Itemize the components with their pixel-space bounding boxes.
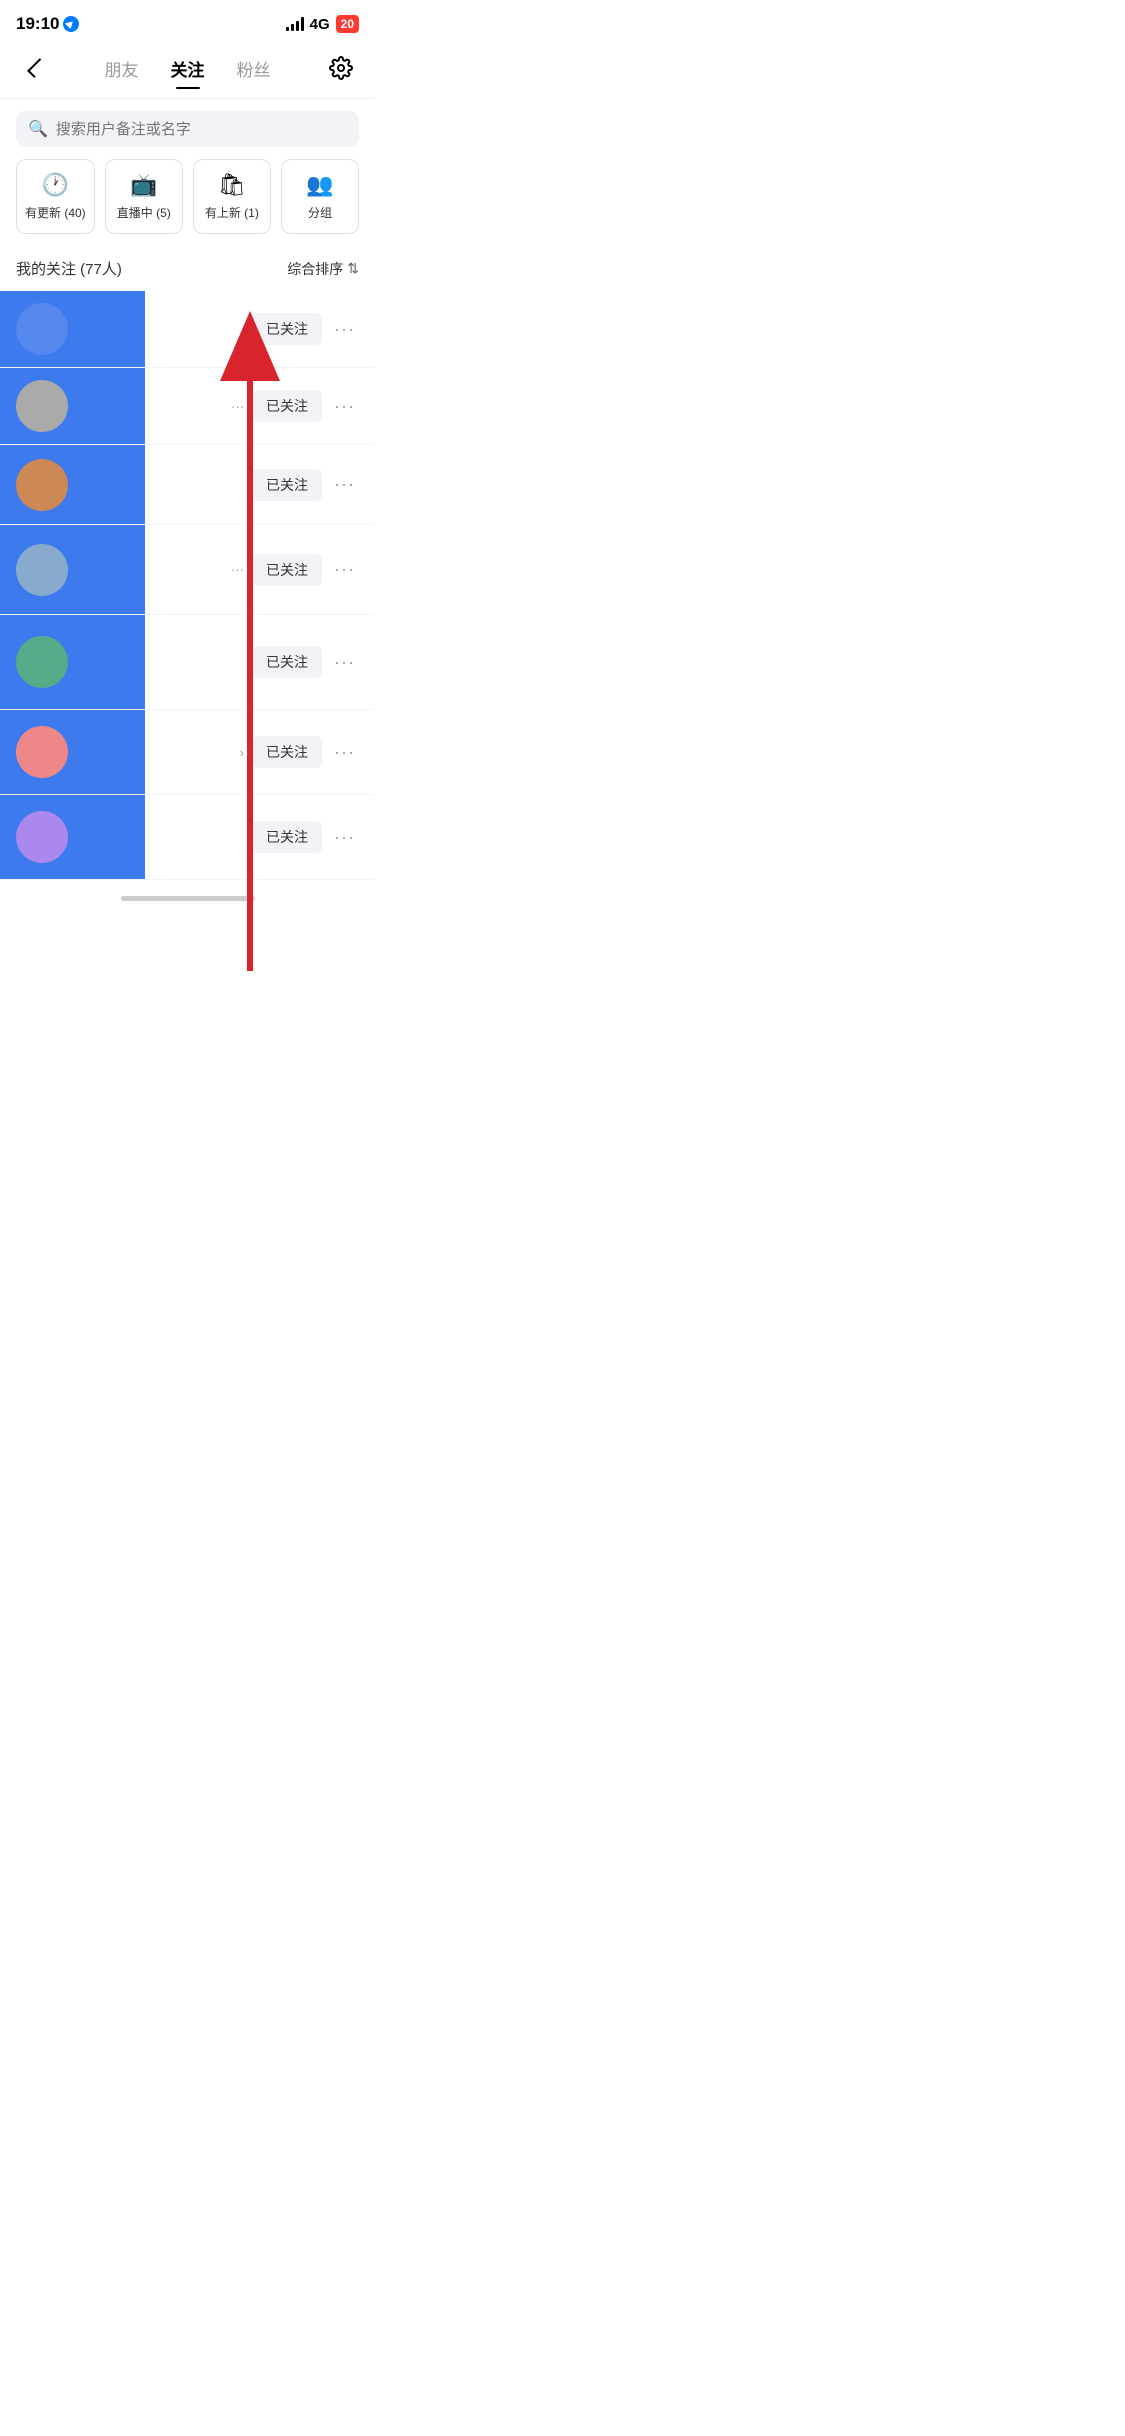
sort-label: 综合排序 [287,259,343,279]
user-avatar-wrap [16,636,68,688]
follow-button[interactable]: 已关注 [252,390,322,422]
nav-bar: 朋友 关注 粉丝 [0,42,375,99]
more-options-button[interactable]: ··· [330,555,359,584]
user-item: User 已关注 ··· [0,615,375,710]
follow-button[interactable]: 已关注 [252,646,322,678]
user-avatar [16,726,68,778]
user-avatar [16,544,68,596]
user-item: User 已关注 ··· [0,291,375,368]
more-text: ··· [231,399,244,414]
follow-button[interactable]: 已关注 [252,469,322,501]
user-item: User 已关注 ··· [0,445,375,525]
status-time: 19:10 [16,14,79,34]
sort-icon: ⇅ [347,260,359,277]
user-avatar [16,811,68,863]
user-avatar-wrap [16,726,68,778]
back-button[interactable] [16,50,52,86]
filter-groups-label: 分组 [308,204,332,221]
user-item: User 已关注 ··· [0,795,375,880]
filter-new-label: 有上新 (1) [205,204,259,221]
time-text: 19:10 [16,14,59,34]
tv-icon: 📺 [130,172,157,198]
home-indicator [121,896,255,901]
follow-button[interactable]: 已关注 [252,736,322,768]
back-arrow-icon [27,58,47,78]
gear-icon [329,56,353,80]
status-bar: 19:10 4G 20 [0,0,375,42]
group-icon: 👥 [306,172,333,198]
filter-card-live[interactable]: 📺 直播中 (5) [105,159,183,234]
signal-bar-1 [286,27,289,31]
user-avatar-wrap [16,544,68,596]
signal-bar-4 [301,17,304,31]
user-avatar-wrap [16,380,68,432]
user-item: User ··· 已关注 ··· [0,368,375,445]
filter-card-groups[interactable]: 👥 分组 [281,159,359,234]
user-avatar [16,459,68,511]
battery-text: 20 [341,17,354,31]
user-item: User ··· 已关注 ··· [0,525,375,615]
filter-card-new[interactable]: 🛍 有上新 (1) [193,159,271,234]
filter-cards: 🕐 有更新 (40) 📺 直播中 (5) 🛍 有上新 (1) 👥 分组 [0,159,375,250]
user-avatar-wrap [16,459,68,511]
more-options-button[interactable]: ··· [330,470,359,499]
user-avatar-wrap [16,811,68,863]
bag-icon: 🛍 [218,172,246,198]
follow-button[interactable]: 已关注 [252,554,322,586]
network-label: 4G [310,16,330,33]
search-container: 🔍 [0,99,375,159]
filter-live-label: 直播中 (5) [117,204,171,221]
follow-button[interactable]: 已关注 [252,313,322,345]
user-avatar [16,380,68,432]
filter-card-updates[interactable]: 🕐 有更新 (40) [16,159,95,234]
users-wrapper: User 已关注 ··· User ··· 已关注 ··· User [0,291,375,880]
section-title: 我的关注 (77人) [16,258,122,279]
expand-indicator-2: › [240,745,244,760]
tab-fans[interactable]: 粉丝 [237,52,271,85]
user-item: User › 已关注 ··· [0,710,375,795]
more-options-button[interactable]: ··· [330,823,359,852]
tab-friends[interactable]: 朋友 [105,52,139,85]
signal-bar-2 [291,24,294,31]
more-options-button[interactable]: ··· [330,392,359,421]
user-avatar-wrap [16,303,68,355]
filter-updates-label: 有更新 (40) [25,204,86,221]
user-list: User 已关注 ··· User ··· 已关注 ··· User [0,291,375,880]
tab-following[interactable]: 关注 [171,52,205,85]
more-options-button[interactable]: ··· [330,738,359,767]
location-icon [63,16,79,32]
search-input[interactable] [56,121,347,138]
clock-icon: 🕐 [42,172,69,198]
nav-tabs: 朋友 关注 粉丝 [52,52,323,85]
search-box[interactable]: 🔍 [16,111,359,147]
expand-indicator: ··· [231,562,244,577]
follow-button[interactable]: 已关注 [252,821,322,853]
signal-bars [286,17,304,31]
status-right: 4G 20 [286,15,359,33]
signal-bar-3 [296,21,299,31]
sort-button[interactable]: 综合排序 ⇅ [287,259,359,279]
search-icon: 🔍 [28,119,48,139]
more-options-button[interactable]: ··· [330,315,359,344]
battery: 20 [336,15,359,33]
more-options-button[interactable]: ··· [330,648,359,677]
section-header: 我的关注 (77人) 综合排序 ⇅ [0,250,375,291]
user-avatar [16,636,68,688]
user-avatar [16,303,68,355]
settings-button[interactable] [323,50,359,86]
